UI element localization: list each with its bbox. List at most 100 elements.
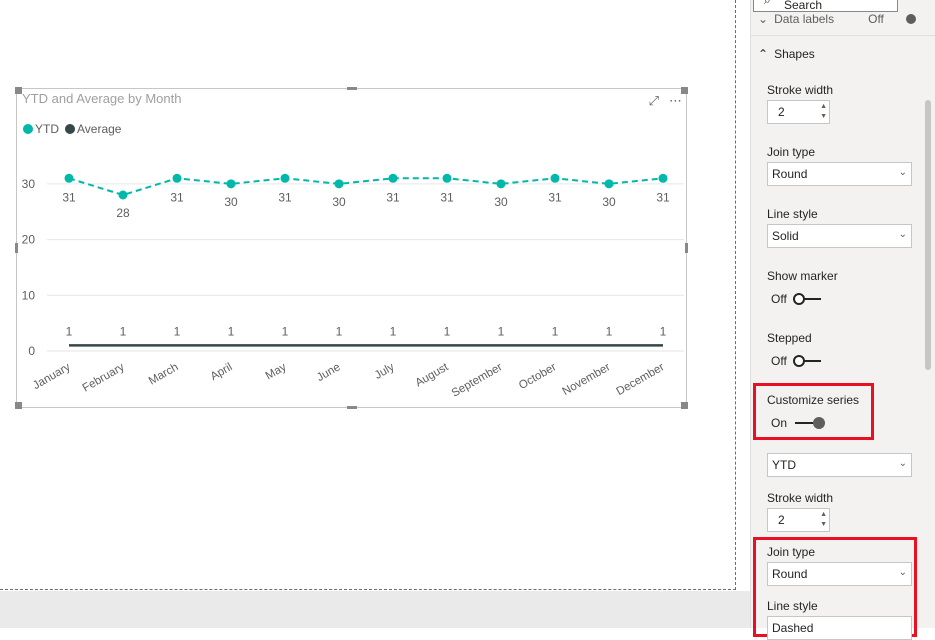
chevron-down-icon: ⌄	[898, 229, 907, 240]
stroke-width-label: Stroke width	[767, 83, 834, 97]
pane-scrollbar[interactable]	[925, 100, 931, 370]
line-style-select[interactable]: Solid ⌄	[767, 224, 912, 248]
data-point-marker	[64, 173, 74, 183]
data-label: 30	[224, 195, 238, 209]
toggle-track	[795, 417, 826, 429]
data-point-marker	[550, 173, 560, 183]
chevron-down-icon: ⌄	[898, 567, 907, 578]
resize-handle-tl[interactable]	[15, 87, 22, 94]
stepper-arrows-icon[interactable]: ▲ ▼	[820, 510, 827, 530]
data-label: 31	[440, 190, 454, 204]
series-select-value: YTD	[772, 458, 796, 472]
series-join-type-label: Join type	[767, 545, 816, 559]
chart-plot: 0 10 20 30 January February March April May June J…	[22, 173, 684, 400]
customize-series-label: Customize series	[767, 393, 860, 407]
data-point-marker	[496, 179, 506, 189]
search-icon: ⌕	[764, 0, 771, 7]
data-label: 1	[336, 324, 343, 338]
chevron-down-icon: ⌄	[758, 12, 769, 26]
data-label: 31	[548, 190, 562, 204]
y-tick-label: 30	[22, 177, 36, 191]
line-chart-visual[interactable]: YTD and Average by Month ⤢ ⋯ YTD Average…	[15, 87, 688, 409]
resize-handle-tr[interactable]	[681, 87, 688, 94]
chevron-down-icon: ⌄	[898, 458, 907, 469]
x-tick-label: July	[373, 361, 397, 382]
data-point-marker	[604, 179, 614, 189]
data-labels-toggle-knob[interactable]	[905, 14, 916, 24]
resize-handle-mr[interactable]	[685, 243, 688, 253]
y-tick-label: 0	[28, 344, 35, 358]
series-stroke-width-input[interactable]: 2 ▲ ▼	[767, 508, 830, 532]
data-label: 1	[552, 324, 559, 338]
stepped-label: Stepped	[767, 331, 812, 345]
show-marker-label: Show marker	[767, 269, 838, 283]
stroke-width-input[interactable]: 2 ▲ ▼	[767, 100, 830, 124]
report-canvas: YTD and Average by Month ⤢ ⋯ YTD Average…	[0, 0, 736, 590]
data-labels-label: Data labels	[774, 12, 835, 26]
search-input[interactable]: ⌕ Search	[753, 0, 898, 12]
series-line-style-select[interactable]: Dashed	[767, 616, 912, 640]
shapes-section-header[interactable]: ⌃ Shapes	[758, 47, 815, 61]
data-label: 28	[116, 206, 130, 220]
stepped-toggle[interactable]: Off	[771, 354, 821, 368]
stepped-state: Off	[771, 354, 787, 368]
series-select[interactable]: YTD ⌄	[767, 453, 912, 477]
show-marker-state: Off	[771, 292, 787, 306]
x-tick-label: December	[615, 361, 667, 398]
data-label: 31	[656, 190, 670, 204]
stepper-arrows-icon[interactable]: ▲ ▼	[820, 102, 827, 122]
x-tick-label: June	[315, 361, 343, 384]
show-marker-toggle[interactable]: Off	[771, 292, 821, 306]
data-label: 1	[606, 324, 613, 338]
customize-series-state: On	[771, 416, 788, 430]
stroke-width-value: 2	[778, 105, 785, 119]
data-label: 31	[386, 190, 400, 204]
x-tick-label: April	[209, 361, 235, 383]
toggle-track	[792, 355, 821, 367]
data-label: 1	[498, 324, 505, 338]
series-join-type-value: Round	[772, 567, 808, 581]
shapes-header-label: Shapes	[774, 47, 815, 61]
data-point-marker	[442, 173, 452, 183]
line-style-label: Line style	[767, 207, 818, 221]
series-line-ytd	[68, 177, 664, 196]
toggle-knob	[792, 293, 805, 305]
series-line-style-label: Line style	[767, 599, 818, 613]
series-join-type-select[interactable]: Round ⌄	[767, 562, 912, 586]
data-point-marker	[118, 190, 128, 200]
resize-handle-tc[interactable]	[347, 87, 357, 90]
series-line-style-value: Dashed	[772, 621, 814, 635]
highlight-customize-series	[753, 383, 874, 440]
data-labels-section[interactable]: ⌄ Data labels Off	[758, 12, 916, 26]
data-label: 31	[62, 190, 76, 204]
data-label: 1	[66, 324, 73, 338]
data-label: 1	[120, 324, 127, 338]
y-tick-label: 10	[22, 288, 36, 302]
x-tick-label: March	[147, 361, 181, 387]
join-type-select[interactable]: Round ⌄	[767, 162, 912, 186]
toggle-knob	[813, 417, 826, 429]
data-point-marker	[388, 173, 398, 183]
data-label: 1	[660, 324, 667, 338]
resize-handle-bl[interactable]	[15, 402, 22, 409]
data-point-marker	[658, 173, 668, 183]
toggle-knob	[792, 355, 805, 367]
x-tick-label: October	[517, 361, 559, 392]
x-tick-label: August	[413, 361, 451, 390]
series-stroke-width-value: 2	[778, 513, 785, 527]
data-label: 31	[278, 190, 292, 204]
resize-handle-br[interactable]	[681, 402, 688, 409]
data-labels-state: Off	[868, 12, 884, 26]
chevron-down-icon: ⌄	[898, 167, 907, 178]
toggle-track	[792, 293, 821, 305]
data-label: 1	[174, 324, 181, 338]
data-point-marker	[172, 173, 182, 183]
customize-series-toggle[interactable]: On	[771, 416, 826, 430]
x-tick-label: February	[81, 361, 127, 395]
resize-handle-ml[interactable]	[15, 243, 18, 253]
resize-handle-bc[interactable]	[347, 406, 357, 409]
join-type-value: Round	[772, 167, 808, 181]
data-label: 30	[332, 195, 346, 209]
data-point-marker	[226, 179, 236, 189]
chevron-up-icon: ⌃	[758, 47, 769, 61]
